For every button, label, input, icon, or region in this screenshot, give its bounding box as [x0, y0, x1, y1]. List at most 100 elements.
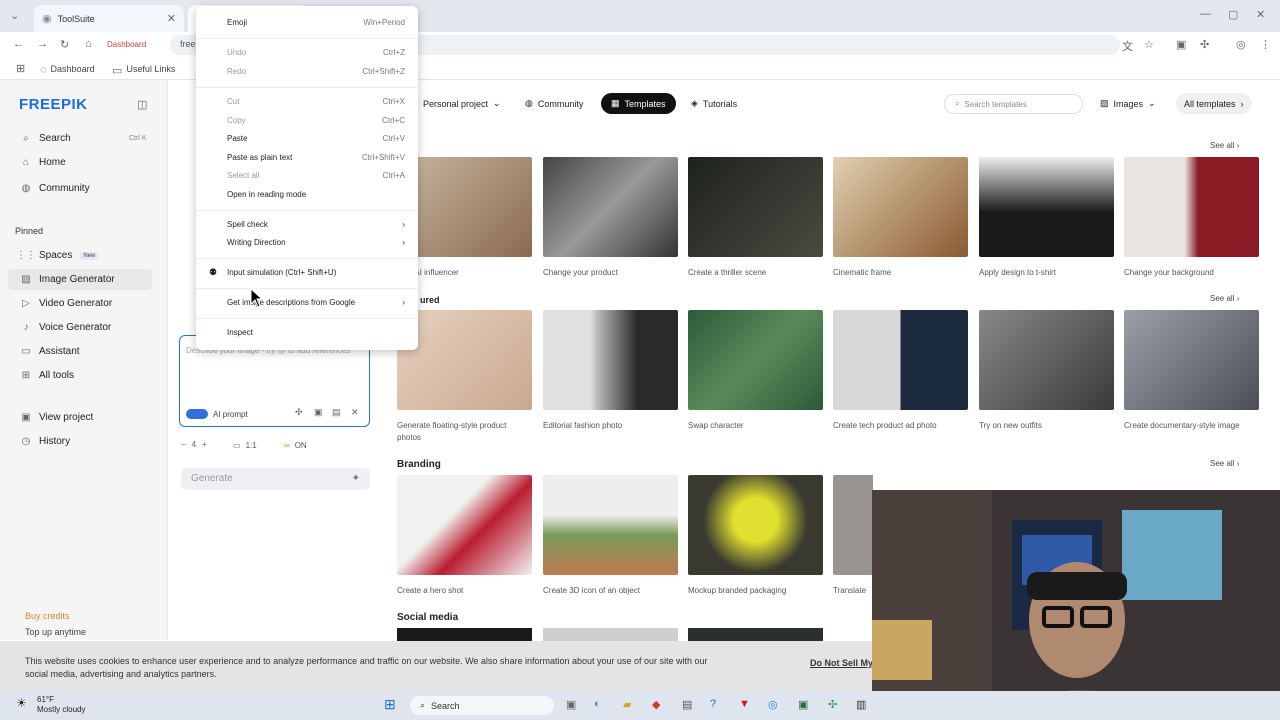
generate-button[interactable]: Generate ✦: [181, 468, 370, 490]
sidebar-item-all-tools[interactable]: ⊞ All tools: [20, 370, 74, 381]
close-window-icon[interactable]: ✕: [1256, 8, 1265, 21]
browser-tab[interactable]: ◉ ToolSuite ✕: [34, 5, 184, 32]
bookmark-dashboard[interactable]: ◌ Dashboard: [40, 64, 95, 76]
template-card[interactable]: Try on new outfits: [979, 310, 1114, 432]
reload-icon[interactable]: ↻: [60, 38, 69, 51]
maximize-icon[interactable]: ▢: [1228, 8, 1238, 21]
apps-icon[interactable]: ⊞: [16, 62, 25, 75]
template-card[interactable]: Cinematic frame: [833, 157, 968, 279]
ai-prompt-toggle[interactable]: [186, 409, 208, 419]
close-icon[interactable]: ✕: [167, 12, 176, 25]
tab-tutorials[interactable]: ◈ Tutorials: [691, 98, 737, 109]
see-all-link[interactable]: See all ›: [1210, 459, 1239, 468]
copilot-icon[interactable]: ◐: [594, 698, 601, 710]
menu-item-paste-plain[interactable]: Paste as plain text Ctrl+Shift+V: [227, 153, 405, 162]
task-view-icon[interactable]: ▣: [566, 698, 576, 711]
template-card[interactable]: Create 3D icon of an object: [543, 475, 678, 597]
sidebar-item-voice-generator[interactable]: ♪ Voice Generator: [20, 322, 112, 333]
app-icon[interactable]: ▼: [739, 698, 750, 710]
home-label[interactable]: Dashboard: [107, 40, 146, 49]
template-card[interactable]: Apply design to t-shirt: [979, 157, 1114, 279]
bookmark-useful-links[interactable]: ▭ Useful Links: [112, 64, 175, 77]
translate-icon[interactable]: 文: [1122, 38, 1133, 54]
app-icon[interactable]: ▣: [798, 698, 808, 711]
sidebar-item-spaces[interactable]: ⋮⋮ Spaces New: [16, 250, 100, 261]
menu-item-spell-check[interactable]: Spell check ›: [227, 220, 405, 229]
do-not-sell-link[interactable]: Do Not Sell My: [810, 658, 873, 668]
menu-item-writing-direction[interactable]: Writing Direction ›: [227, 238, 405, 247]
menu-item-copy[interactable]: Copy Ctrl+C: [227, 116, 405, 125]
taskbar-search[interactable]: ⌕ Search: [410, 696, 554, 715]
profile-icon[interactable]: ◎: [1236, 38, 1246, 51]
see-all-link[interactable]: See all ›: [1210, 141, 1239, 150]
star-icon[interactable]: ☆: [1144, 38, 1154, 51]
menu-icon[interactable]: ⋮: [1260, 38, 1271, 51]
menu-item-emoji[interactable]: Emoji Win+Period: [227, 18, 405, 27]
menu-item-paste[interactable]: Paste Ctrl+V: [227, 134, 405, 143]
sidebar-item-search[interactable]: ⌕ Search: [20, 133, 71, 144]
windows-start-icon[interactable]: ⊞: [384, 696, 396, 713]
template-card[interactable]: Translate: [833, 475, 873, 597]
sidebar-item-video-generator[interactable]: ▷ Video Generator: [20, 298, 112, 309]
image-reference-icon[interactable]: ▣: [314, 407, 323, 418]
weather-widget[interactable]: 61°F Mostly cloudy: [37, 695, 85, 715]
template-card[interactable]: Create a hero shot: [397, 475, 532, 597]
plus-icon[interactable]: +: [202, 440, 207, 454]
see-all-link[interactable]: See all ›: [1210, 294, 1239, 303]
minus-icon[interactable]: −: [181, 440, 186, 454]
sidebar-item-history[interactable]: ◷ History: [20, 436, 71, 447]
sidebar-item-image-generator[interactable]: ▨ Image Generator: [20, 274, 114, 285]
infinite-toggle[interactable]: ∞ ON: [284, 441, 307, 450]
menu-item-reading-mode[interactable]: Open in reading mode: [227, 190, 405, 199]
style-icon[interactable]: ✣: [295, 407, 303, 418]
tab-list-icon[interactable]: ⌄: [10, 9, 19, 22]
list-icon[interactable]: ▤: [332, 407, 341, 418]
file-explorer-icon[interactable]: ▰: [623, 698, 631, 711]
menu-item-undo[interactable]: Undo Ctrl+Z: [227, 48, 405, 57]
template-card[interactable]: Mockup branded packaging: [688, 475, 823, 597]
images-dropdown[interactable]: ▨ Images ⌄: [1100, 98, 1156, 109]
freepik-logo[interactable]: FREEPIK: [19, 96, 88, 113]
minimize-icon[interactable]: —: [1200, 8, 1211, 20]
template-card[interactable]: Swap character: [688, 310, 823, 432]
app-icon[interactable]: ◆: [652, 698, 660, 711]
template-card[interactable]: Change your background: [1124, 157, 1259, 279]
aspect-ratio-select[interactable]: ▭ 1:1: [233, 441, 257, 450]
template-thumbnail: [979, 157, 1114, 257]
sidebar-collapse-icon[interactable]: ◫: [137, 98, 147, 111]
app-icon[interactable]: ▤: [682, 698, 692, 711]
clear-icon[interactable]: ✕: [351, 407, 359, 418]
help-icon[interactable]: ?: [710, 698, 716, 710]
menu-item-select-all[interactable]: Select all Ctrl+A: [227, 171, 405, 180]
template-card[interactable]: Change your product: [543, 157, 678, 279]
home-icon[interactable]: ⌂: [85, 38, 92, 50]
extension-icon[interactable]: ▣: [1176, 38, 1186, 51]
app-icon[interactable]: ▥: [856, 698, 866, 711]
menu-item-cut[interactable]: Cut Ctrl+X: [227, 97, 405, 106]
template-card[interactable]: Create documentary-style image: [1124, 310, 1259, 432]
all-templates-button[interactable]: All templates ›: [1176, 93, 1252, 114]
template-card[interactable]: Create tech product ad photo: [833, 310, 968, 432]
sidebar-item-home[interactable]: ⌂ Home: [20, 157, 66, 168]
forward-icon[interactable]: →: [37, 38, 48, 50]
edge-icon[interactable]: ◎: [768, 698, 778, 711]
menu-item-input-simulation[interactable]: Input simulation (Ctrl+ Shift+U): [227, 268, 405, 277]
search-templates-input[interactable]: ⌕ Search templates: [944, 94, 1083, 114]
back-icon[interactable]: ←: [13, 38, 24, 50]
puzzle-icon[interactable]: ✣: [1200, 38, 1209, 51]
template-card[interactable]: Editorial fashion photo: [543, 310, 678, 432]
tab-templates[interactable]: ▦ Templates: [601, 93, 676, 114]
sidebar-item-assistant[interactable]: ▭ Assistant: [20, 346, 79, 357]
menu-divider: [196, 87, 418, 88]
menu-item-inspect[interactable]: Inspect: [227, 328, 405, 337]
quantity-stepper[interactable]: − 4 +: [181, 440, 221, 454]
template-card[interactable]: Create a thriller scene: [688, 157, 823, 279]
menu-item-redo[interactable]: Redo Ctrl+Shift+Z: [227, 67, 405, 76]
site-favicon-icon: ◉: [42, 13, 52, 25]
buy-credits-link[interactable]: Buy credits: [25, 611, 70, 621]
sidebar-item-view-project[interactable]: ▣ View project: [20, 412, 93, 423]
app-icon[interactable]: ✣: [828, 698, 837, 711]
sidebar-item-community[interactable]: ◍ Community: [20, 183, 90, 194]
personal-project-dropdown[interactable]: Personal project ⌄: [423, 98, 501, 109]
tab-community[interactable]: ◍ Community: [525, 98, 583, 109]
